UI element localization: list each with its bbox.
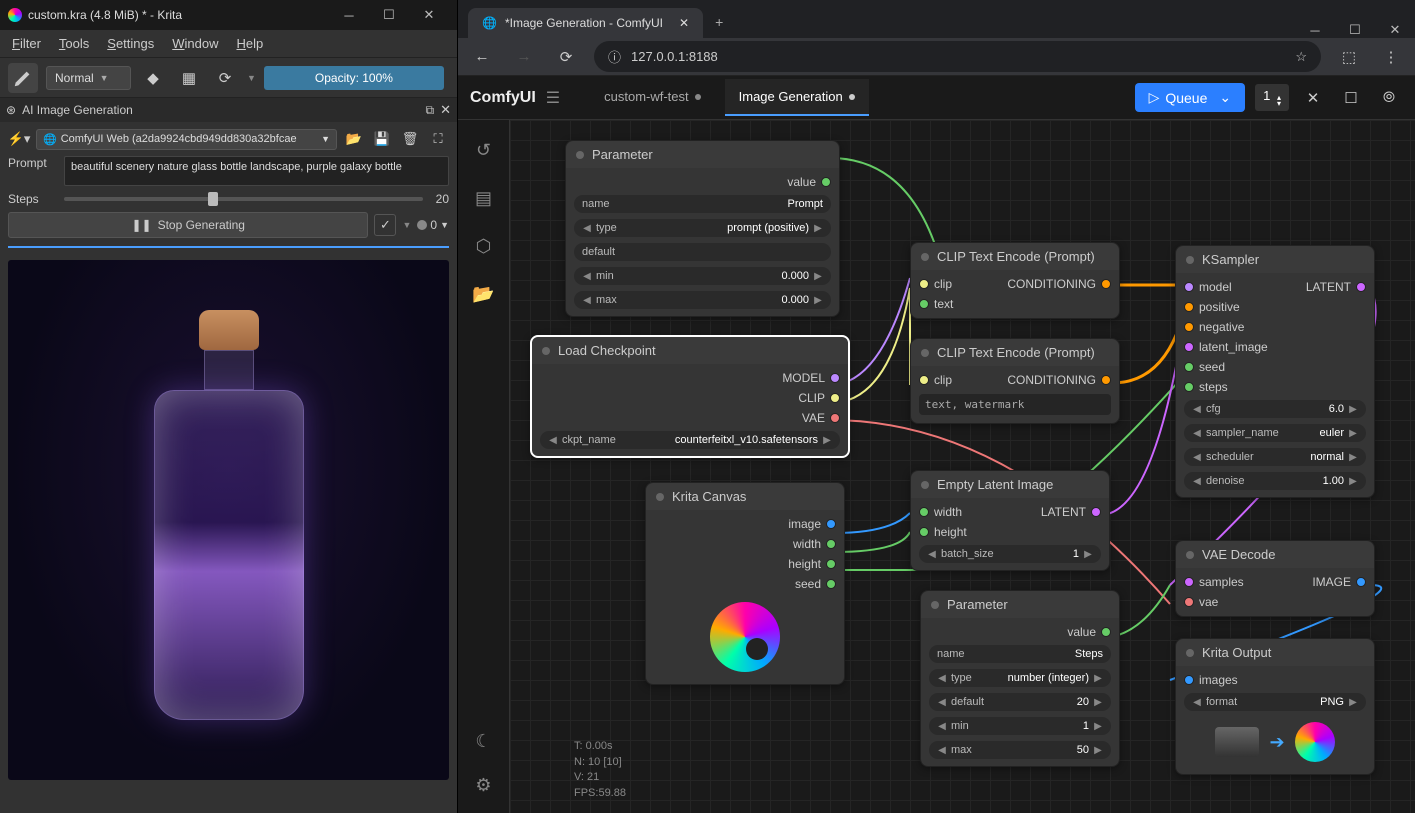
minimize-button[interactable]: ─ <box>329 8 369 23</box>
stop-icon[interactable]: ☐ <box>1337 84 1365 112</box>
menu-settings[interactable]: Settings <box>107 36 154 51</box>
ai-dock-header: ⊛ AI Image Generation ⧉ ✕ <box>0 98 457 122</box>
node-krita-canvas[interactable]: Krita Canvas image width height seed <box>645 482 845 685</box>
krita-titlebar[interactable]: custom.kra (4.8 MiB) * - Krita ─ ☐ ✕ <box>0 0 457 30</box>
open-folder-icon[interactable]: 📂 <box>343 128 365 150</box>
folder-icon[interactable]: 📂 <box>472 282 496 306</box>
progress-bar <box>8 246 449 248</box>
extensions-icon[interactable]: ⬚ <box>1335 43 1363 71</box>
hamburger-icon[interactable]: ☰ <box>546 88 560 108</box>
reload-icon[interactable]: ⟳ <box>552 43 580 71</box>
tab-close-icon[interactable]: ✕ <box>679 16 689 30</box>
queue-list-icon[interactable]: ▤ <box>472 186 496 210</box>
blend-mode-select[interactable]: Normal▼ <box>46 66 131 90</box>
krita-target-icon <box>1295 722 1335 762</box>
canvas-stats: T: 0.00s N: 10 [10] V: 21 FPS:59.88 <box>574 739 626 801</box>
menu-window[interactable]: Window <box>172 36 218 51</box>
queue-button[interactable]: ▷ Queue ⌄ <box>1135 83 1246 112</box>
model-icon[interactable]: ⬡ <box>472 234 496 258</box>
node-clip-encode-positive[interactable]: CLIP Text Encode (Prompt) clip CONDITION… <box>910 242 1120 319</box>
krita-window: custom.kra (4.8 MiB) * - Krita ─ ☐ ✕ Fil… <box>0 0 458 813</box>
settings-icon[interactable]: ⚙ <box>472 773 496 797</box>
steps-label: Steps <box>8 192 58 206</box>
comfy-logo: ComfyUI <box>470 89 536 107</box>
reload-icon[interactable]: ⟳ <box>211 64 239 92</box>
thumbnail-icon <box>1215 727 1259 757</box>
site-info-icon[interactable]: ⓘ <box>608 47 621 66</box>
arrow-right-icon: ➔ <box>1269 732 1284 753</box>
image-preview <box>8 260 449 780</box>
menu-help[interactable]: Help <box>237 36 264 51</box>
new-tab-button[interactable]: + <box>703 6 735 38</box>
prompt-input[interactable]: beautiful scenery nature glass bottle la… <box>64 156 449 186</box>
maximize-button[interactable]: ☐ <box>369 7 409 23</box>
bookmark-icon[interactable]: ☆ <box>1295 49 1307 65</box>
ai-dock-body: ⚡▾ 🌐ComfyUI Web (a2da9924cbd949dd830a32b… <box>0 122 457 254</box>
krita-logo-icon <box>710 602 780 672</box>
connect-icon[interactable]: ⚡▾ <box>8 128 30 150</box>
node-canvas[interactable]: Parameter value namePrompt ◀typeprompt (… <box>510 120 1415 813</box>
ai-icon: ⊛ <box>6 103 16 117</box>
node-vae-decode[interactable]: VAE Decode samples IMAGE vae <box>1175 540 1375 617</box>
brush-preset-icon[interactable] <box>8 63 38 93</box>
node-parameter-prompt[interactable]: Parameter value namePrompt ◀typeprompt (… <box>565 140 840 317</box>
comfy-topbar: ComfyUI ☰ custom-wf-test Image Generatio… <box>458 76 1415 120</box>
dock-float-icon[interactable]: ⧉ <box>426 103 435 118</box>
close-button[interactable]: ✕ <box>409 7 449 23</box>
menu-bar: Filter Tools Settings Window Help <box>0 30 457 58</box>
node-krita-output[interactable]: Krita Output images ◀formatPNG▶ ➔ <box>1175 638 1375 775</box>
steps-slider[interactable] <box>64 197 423 201</box>
browser-tab[interactable]: 🌐 *Image Generation - ComfyUI ✕ <box>468 8 703 38</box>
pause-icon: ❚❚ <box>131 218 151 232</box>
menu-tools[interactable]: Tools <box>59 36 89 51</box>
stop-generating-button[interactable]: ❚❚ Stop Generating <box>8 212 368 238</box>
queue-count[interactable]: 1 ▴▾ <box>1255 84 1289 111</box>
back-icon[interactable]: ← <box>468 43 496 71</box>
dock-title: AI Image Generation <box>22 103 133 117</box>
node-parameter-steps[interactable]: Parameter value nameSteps ◀typenumber (i… <box>920 590 1120 767</box>
node-clip-encode-negative[interactable]: CLIP Text Encode (Prompt) clip CONDITION… <box>910 338 1120 424</box>
node-load-checkpoint[interactable]: Load Checkpoint MODEL CLIP VAE ◀ckpt_nam… <box>530 335 850 458</box>
comfy-sidebar: ↺ ▤ ⬡ 📂 ☾ ⚙ <box>458 120 510 813</box>
steps-value: 20 <box>429 192 449 206</box>
alpha-lock-icon[interactable]: ▦ <box>175 64 203 92</box>
forward-icon[interactable]: → <box>510 43 538 71</box>
browser-menu-icon[interactable]: ⋮ <box>1377 43 1405 71</box>
save-icon[interactable]: 💾 <box>371 128 393 150</box>
address-bar-row: ← → ⟳ ⓘ 127.0.0.1:8188 ☆ ⬚ ⋮ <box>458 38 1415 76</box>
tab-custom-wf[interactable]: custom-wf-test <box>590 79 715 116</box>
node-empty-latent[interactable]: Empty Latent Image width LATENT height ◀… <box>910 470 1110 571</box>
delete-icon[interactable]: 🗑 <box>399 128 421 150</box>
play-icon: ▷ <box>1149 89 1160 106</box>
expand-icon[interactable]: ⛶ <box>427 128 449 150</box>
brush-toolbar: Normal▼ ◆ ▦ ⟳ ▼ Opacity: 100% <box>0 58 457 98</box>
browser-maximize[interactable]: ☐ <box>1335 22 1375 38</box>
eraser-icon[interactable]: ◆ <box>139 64 167 92</box>
negative-text-input[interactable]: text, watermark <box>919 394 1111 415</box>
opacity-slider[interactable]: Opacity: 100% <box>264 66 444 90</box>
apply-icon[interactable]: ✓ <box>374 214 396 236</box>
prompt-label: Prompt <box>8 156 58 170</box>
browser-window: 🌐 *Image Generation - ComfyUI ✕ + ─ ☐ ✕ … <box>458 0 1415 813</box>
chevron-down-icon[interactable]: ⌄ <box>1219 89 1231 106</box>
app-icon <box>8 8 22 22</box>
comfyui-app: ComfyUI ☰ custom-wf-test Image Generatio… <box>458 76 1415 813</box>
browser-titlebar: 🌐 *Image Generation - ComfyUI ✕ + ─ ☐ ✕ <box>458 0 1415 38</box>
browser-minimize[interactable]: ─ <box>1295 23 1335 38</box>
browser-close[interactable]: ✕ <box>1375 22 1415 38</box>
menu-filter[interactable]: Filter <box>12 36 41 51</box>
batch-indicator[interactable]: 0 ▼ <box>417 218 449 232</box>
url-input[interactable]: ⓘ 127.0.0.1:8188 ☆ <box>594 41 1321 72</box>
reset-view-icon[interactable]: ⦾ <box>1375 84 1403 112</box>
window-title: custom.kra (4.8 MiB) * - Krita <box>28 8 182 22</box>
tab-image-generation[interactable]: Image Generation <box>725 79 869 116</box>
dock-close-icon[interactable]: ✕ <box>440 102 451 118</box>
workflow-select[interactable]: 🌐ComfyUI Web (a2da9924cbd949dd830a32bfca… <box>36 129 337 150</box>
cancel-icon[interactable]: ✕ <box>1299 84 1327 112</box>
node-ksampler[interactable]: KSampler model LATENT positive negative … <box>1175 245 1375 498</box>
history-icon[interactable]: ↺ <box>472 138 496 162</box>
globe-icon: 🌐 <box>482 16 497 30</box>
theme-icon[interactable]: ☾ <box>472 729 496 753</box>
